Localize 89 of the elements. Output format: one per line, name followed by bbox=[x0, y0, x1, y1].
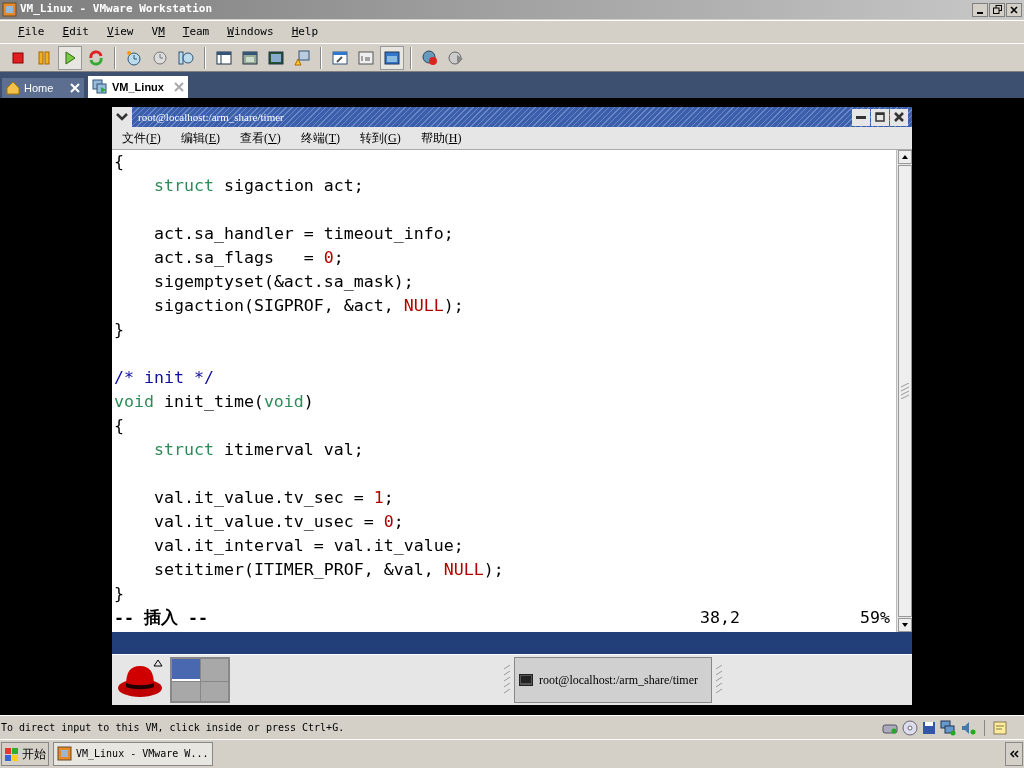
menu-item[interactable]: View bbox=[107, 23, 134, 41]
cd-icon bbox=[902, 719, 918, 736]
restore-icon bbox=[992, 5, 1002, 14]
terminal-icon bbox=[519, 674, 533, 686]
pie-play-icon bbox=[448, 49, 464, 66]
refresh-icon bbox=[88, 49, 104, 66]
window-title: VM_Linux - VMware Workstation bbox=[20, 1, 213, 18]
code-line: act.sa_handler = timeout_info; bbox=[153, 223, 454, 245]
tab[interactable]: VM_Linux bbox=[88, 76, 188, 98]
floppy-icon bbox=[922, 720, 936, 735]
code-line: } bbox=[114, 583, 124, 605]
tab[interactable]: Home bbox=[2, 78, 84, 98]
menu-item[interactable]: 查看(V) bbox=[240, 129, 281, 147]
taskbar-window-button[interactable]: root@localhost:/arm_share/timer bbox=[514, 657, 712, 703]
window-sidebar-icon bbox=[216, 49, 232, 66]
minimize-icon bbox=[977, 11, 983, 14]
chevron-down-icon bbox=[116, 113, 128, 121]
app-icon bbox=[57, 746, 72, 761]
code-line: val.it_interval = val.it_value; bbox=[153, 535, 464, 557]
handle-icon[interactable] bbox=[504, 665, 510, 695]
menu-item[interactable]: 终端(T) bbox=[300, 129, 341, 147]
windows-warning-icon bbox=[294, 49, 310, 66]
menu-item[interactable]: 帮助(H) bbox=[420, 129, 462, 147]
menu-item[interactable]: File bbox=[18, 23, 45, 41]
terminal-title: root@localhost:/arm_share/timer bbox=[138, 109, 284, 125]
window-fullscreen-icon bbox=[242, 49, 258, 66]
code-line: { bbox=[114, 151, 124, 173]
restore-button[interactable] bbox=[989, 2, 1005, 17]
code-line: val.it_value.tv_sec = 1; bbox=[153, 487, 394, 509]
scroll-percent: 59% bbox=[860, 606, 891, 629]
close-button[interactable] bbox=[1006, 2, 1022, 17]
code-line: sigaction(SIGPROF, &act, NULL); bbox=[153, 295, 464, 317]
menu-item[interactable]: 转到(G) bbox=[360, 129, 401, 147]
menu-item[interactable]: Windows bbox=[227, 23, 274, 41]
code-line: struct sigaction act; bbox=[153, 175, 364, 197]
grip-icon bbox=[900, 383, 909, 399]
clock-icon bbox=[178, 49, 194, 66]
expand-tray-button[interactable] bbox=[1005, 741, 1023, 766]
window-wrench-icon bbox=[332, 49, 348, 66]
menu-item[interactable]: Team bbox=[182, 23, 210, 41]
arrow-up-icon[interactable] bbox=[897, 150, 912, 164]
windows-logo-icon bbox=[4, 745, 20, 762]
menu-item[interactable]: VM bbox=[151, 23, 165, 41]
menu-item[interactable]: 编辑(E) bbox=[180, 129, 221, 147]
cursor-position: 38,2 bbox=[700, 606, 741, 629]
toolbar-button[interactable] bbox=[380, 45, 404, 70]
status-text: To direct input to this VM, click inside or press Ctrl+G. bbox=[1, 721, 345, 735]
code-line: void init_time(void) bbox=[114, 391, 314, 413]
network-icon bbox=[940, 719, 956, 736]
code-line: val.it_value.tv_usec = 0; bbox=[153, 511, 404, 533]
window-menu-button[interactable] bbox=[112, 107, 132, 127]
minimize-button[interactable] bbox=[852, 108, 870, 126]
message-icon bbox=[993, 720, 1007, 735]
clock-icon bbox=[126, 49, 142, 66]
code-line: act.sa_flags = 0; bbox=[153, 247, 344, 269]
code-line: { bbox=[114, 415, 124, 437]
mode-indicator: -- 插入 -- bbox=[114, 606, 208, 629]
start-button[interactable]: 开始 bbox=[1, 741, 49, 766]
close-button[interactable] bbox=[890, 108, 908, 126]
pie-record-icon bbox=[422, 49, 438, 66]
clock-icon bbox=[152, 49, 168, 66]
app-icon bbox=[2, 2, 17, 17]
code-line: setitimer(ITIMER_PROF, &val, NULL); bbox=[153, 559, 504, 581]
code-line: } bbox=[114, 319, 124, 341]
console-icon bbox=[358, 49, 374, 66]
code-line: struct itimerval val; bbox=[153, 439, 364, 461]
menu-item[interactable]: Help bbox=[291, 23, 319, 41]
vm-icon bbox=[92, 79, 108, 95]
code-line: sigemptyset(&act.sa_mask); bbox=[153, 271, 414, 293]
handle-icon[interactable] bbox=[716, 665, 722, 695]
minimize-icon bbox=[856, 115, 866, 119]
window-fit-icon bbox=[268, 49, 284, 66]
menu-item[interactable]: Edit bbox=[62, 23, 89, 41]
minimize-button[interactable] bbox=[972, 2, 988, 17]
workspace-switcher[interactable] bbox=[170, 657, 230, 703]
maximize-button[interactable] bbox=[871, 108, 889, 126]
menu-item[interactable]: 文件(F) bbox=[122, 129, 161, 147]
double-chevron-left-icon bbox=[1009, 749, 1019, 758]
windows-icon bbox=[384, 49, 400, 66]
close-icon bbox=[1010, 5, 1018, 14]
maximize-icon bbox=[875, 112, 885, 122]
arrow-down-icon[interactable] bbox=[897, 618, 912, 632]
pause-icon bbox=[36, 49, 52, 66]
close-icon bbox=[894, 112, 904, 122]
code-line: /* init */ bbox=[114, 367, 214, 389]
house-icon bbox=[6, 81, 20, 95]
taskbar-button[interactable]: VM_Linux - VMware W... bbox=[53, 741, 213, 766]
stop-icon bbox=[10, 49, 26, 66]
play-icon bbox=[62, 49, 78, 66]
